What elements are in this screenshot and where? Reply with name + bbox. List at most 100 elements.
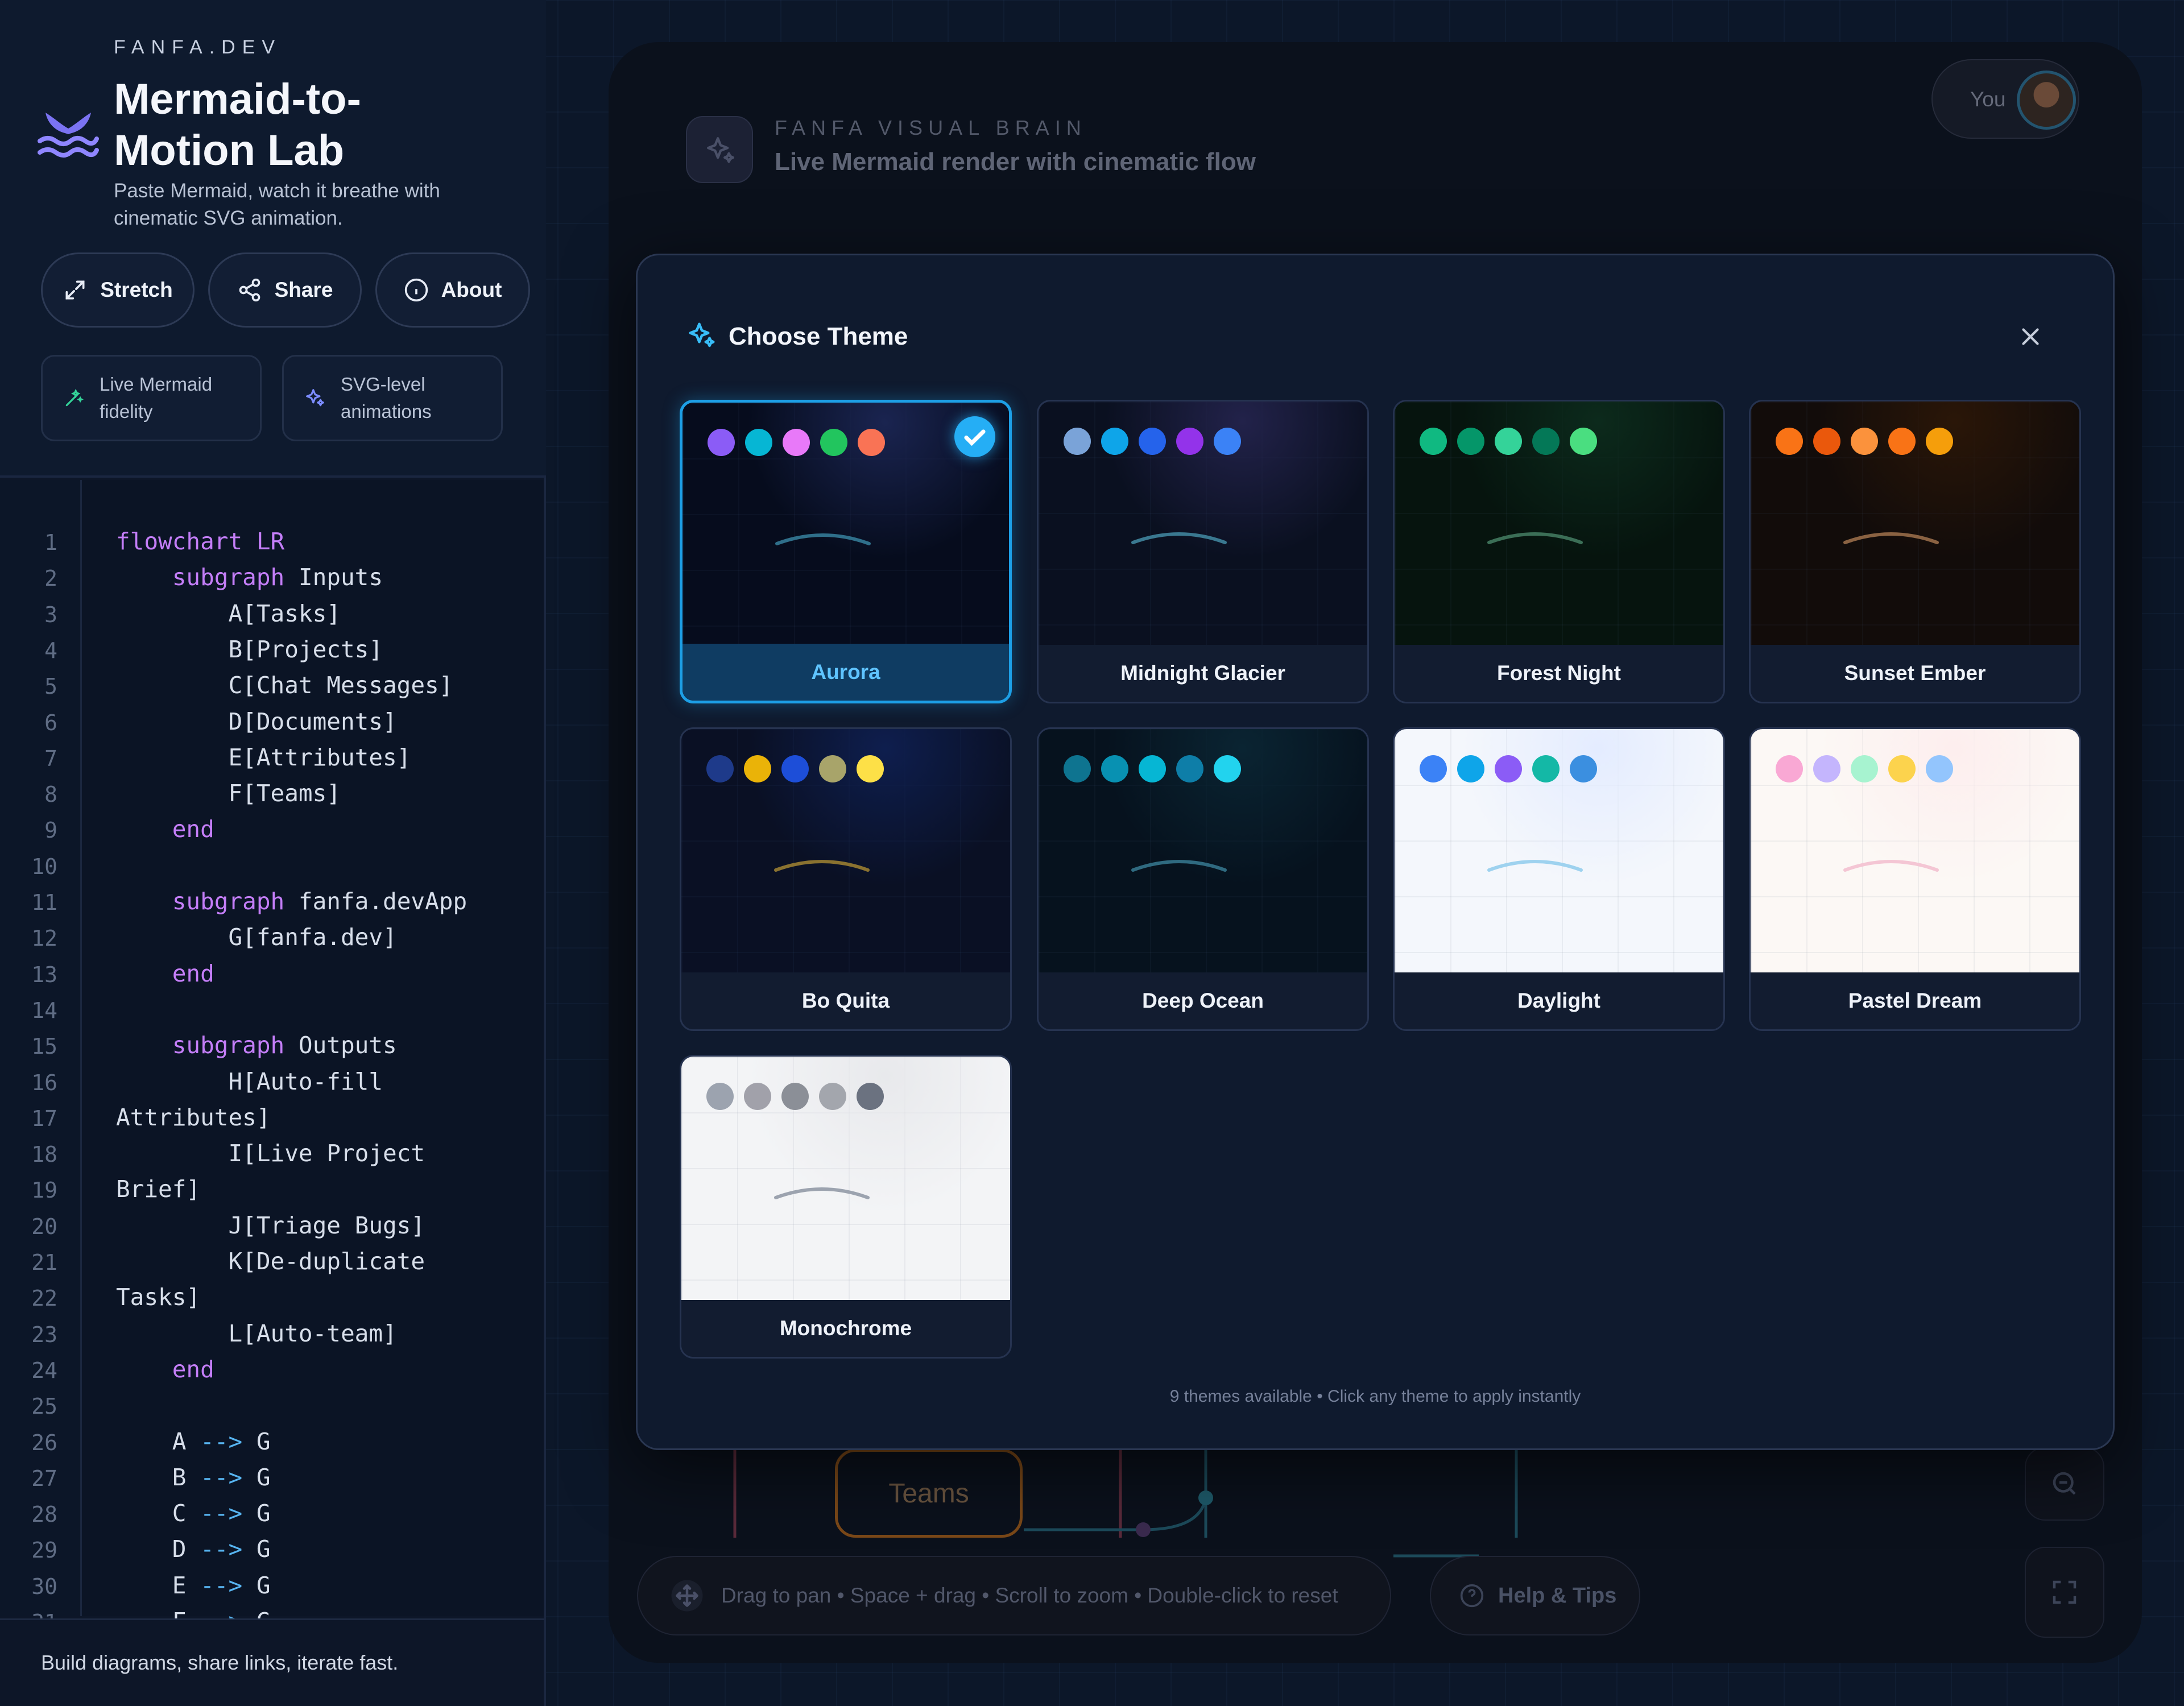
theme-name: Sunset Ember <box>1751 645 2079 702</box>
theme-color-swatches <box>1064 755 1241 782</box>
line-number: 6 <box>44 710 57 735</box>
line-number: 17 <box>31 1105 57 1131</box>
code-line: end <box>172 815 214 843</box>
theme-card-aurora[interactable]: Aurora <box>680 400 1012 703</box>
whale-tail-logo-icon <box>38 113 99 158</box>
share-button[interactable]: Share <box>208 252 362 328</box>
color-swatch <box>1139 755 1166 782</box>
theme-card-sunset-ember[interactable]: Sunset Ember <box>1749 400 2081 703</box>
line-number: 30 <box>31 1574 57 1599</box>
color-swatch <box>819 1083 846 1110</box>
fullscreen-button[interactable] <box>2025 1547 2104 1638</box>
theme-card-monochrome[interactable]: Monochrome <box>680 1055 1012 1359</box>
about-label: About <box>441 278 502 301</box>
line-number: 22 <box>31 1286 57 1311</box>
theme-preview-arc <box>1131 532 1227 544</box>
color-swatch <box>1776 428 1803 455</box>
color-swatch <box>1851 428 1878 455</box>
line-number: 13 <box>31 962 57 987</box>
color-swatch <box>744 755 771 782</box>
zoom-out-button[interactable] <box>2025 1447 2104 1521</box>
code-line: subgraph fanfa.devApp <box>172 888 468 915</box>
help-tips-button[interactable]: Help & Tips <box>1430 1556 1640 1635</box>
line-number: 26 <box>31 1430 57 1455</box>
code-line: I[Live Project <box>116 1140 425 1167</box>
info-icon <box>404 278 428 302</box>
color-swatch <box>858 429 885 456</box>
theme-card-pastel-dream[interactable]: Pastel Dream <box>1749 727 2081 1031</box>
help-tips-label: Help & Tips <box>1498 1583 1617 1608</box>
theme-card-midnight-glacier[interactable]: Midnight Glacier <box>1037 400 1369 703</box>
code-line: Brief] <box>116 1175 201 1203</box>
close-icon[interactable] <box>2016 322 2045 351</box>
color-swatch <box>1101 755 1128 782</box>
feature-fidelity: Live Mermaid fidelity <box>41 355 262 441</box>
color-swatch <box>1064 428 1091 455</box>
line-number: 15 <box>31 1034 57 1059</box>
code-line: flowchart LR <box>116 528 285 555</box>
color-swatch <box>1813 755 1840 782</box>
theme-card-bo-quita[interactable]: Bo Quita <box>680 727 1012 1031</box>
code-line: H[Auto-fill <box>116 1067 383 1095</box>
color-swatch <box>1420 428 1447 455</box>
line-number: 16 <box>31 1070 57 1095</box>
code-line: G[fanfa.dev] <box>116 924 397 951</box>
theme-card-daylight[interactable]: Daylight <box>1393 727 1725 1031</box>
line-number: 9 <box>44 818 57 843</box>
line-number-gutter: 1 2 3 4 5 6 7 8 9 10 11 12 13 14 15 16 17 18 19 20 21 22 23 24 2… <box>0 480 82 1635</box>
theme-card-forest-night[interactable]: Forest Night <box>1393 400 1725 703</box>
line-number: 29 <box>31 1538 57 1563</box>
line-number: 1 <box>44 530 57 555</box>
stretch-button[interactable]: Stretch <box>41 252 195 328</box>
theme-preview-arc <box>775 533 871 545</box>
line-number: 18 <box>31 1142 57 1167</box>
theme-preview-arc <box>1487 532 1583 544</box>
code-line: A --> G <box>116 1427 271 1455</box>
color-swatch <box>781 1083 809 1110</box>
theme-color-swatches <box>1776 428 1953 455</box>
user-chip[interactable]: You <box>1931 59 2079 139</box>
sparkles-icon <box>689 322 715 347</box>
code-line: B[Projects] <box>116 635 383 663</box>
code-line: subgraph Inputs <box>172 564 383 591</box>
diagram-node-teams[interactable]: Teams <box>835 1449 1023 1538</box>
theme-card-deep-ocean[interactable]: Deep Ocean <box>1037 727 1369 1031</box>
code-line: K[De-duplicate <box>116 1248 425 1275</box>
line-number: 21 <box>31 1250 57 1275</box>
line-number: 25 <box>31 1394 57 1419</box>
sparkles-icon <box>306 389 324 407</box>
code-line: F[Teams] <box>116 780 341 808</box>
line-number: 5 <box>44 674 57 699</box>
color-swatch <box>1532 755 1560 782</box>
color-swatch <box>1570 428 1597 455</box>
line-number: 3 <box>44 602 57 627</box>
selected-check-icon <box>954 416 995 457</box>
color-swatch <box>1851 755 1878 782</box>
line-number: 24 <box>31 1357 57 1383</box>
about-button[interactable]: About <box>375 252 530 328</box>
line-number: 28 <box>31 1502 57 1527</box>
code-line: C --> G <box>116 1500 271 1527</box>
line-number: 27 <box>31 1465 57 1491</box>
line-number: 8 <box>44 782 57 808</box>
theme-preview-arc <box>1487 860 1583 872</box>
theme-name: Midnight Glacier <box>1039 645 1367 702</box>
diagram-node-teams-label: Teams <box>888 1478 969 1509</box>
color-swatch <box>1214 755 1241 782</box>
color-swatch <box>744 1083 771 1110</box>
app-subtitle: Paste Mermaid, watch it breathe with cin… <box>114 180 440 229</box>
line-number: 14 <box>31 997 57 1023</box>
theme-color-swatches <box>1420 755 1597 782</box>
canvas-tag: FANFA VISUAL BRAIN <box>775 116 1087 139</box>
color-swatch <box>708 429 735 456</box>
color-swatch <box>1532 428 1560 455</box>
theme-modal: Choose Theme Aurora Midnight Glacier Fores… <box>636 254 2115 1450</box>
theme-color-swatches <box>708 429 885 456</box>
feature-fidelity-label: Live Mermaid fidelity <box>100 374 213 422</box>
sidebar-footer-text: Build diagrams, share links, iterate fas… <box>41 1651 399 1674</box>
theme-preview-arc <box>1843 860 1939 872</box>
code-line: Attributes] <box>116 1103 271 1131</box>
color-swatch <box>1888 428 1916 455</box>
code-editor[interactable]: 1 2 3 4 5 6 7 8 9 10 11 12 13 14 15 16 17 18 19 20 21 22 23 24 2… <box>0 480 544 1635</box>
theme-name: Forest Night <box>1395 645 1723 702</box>
